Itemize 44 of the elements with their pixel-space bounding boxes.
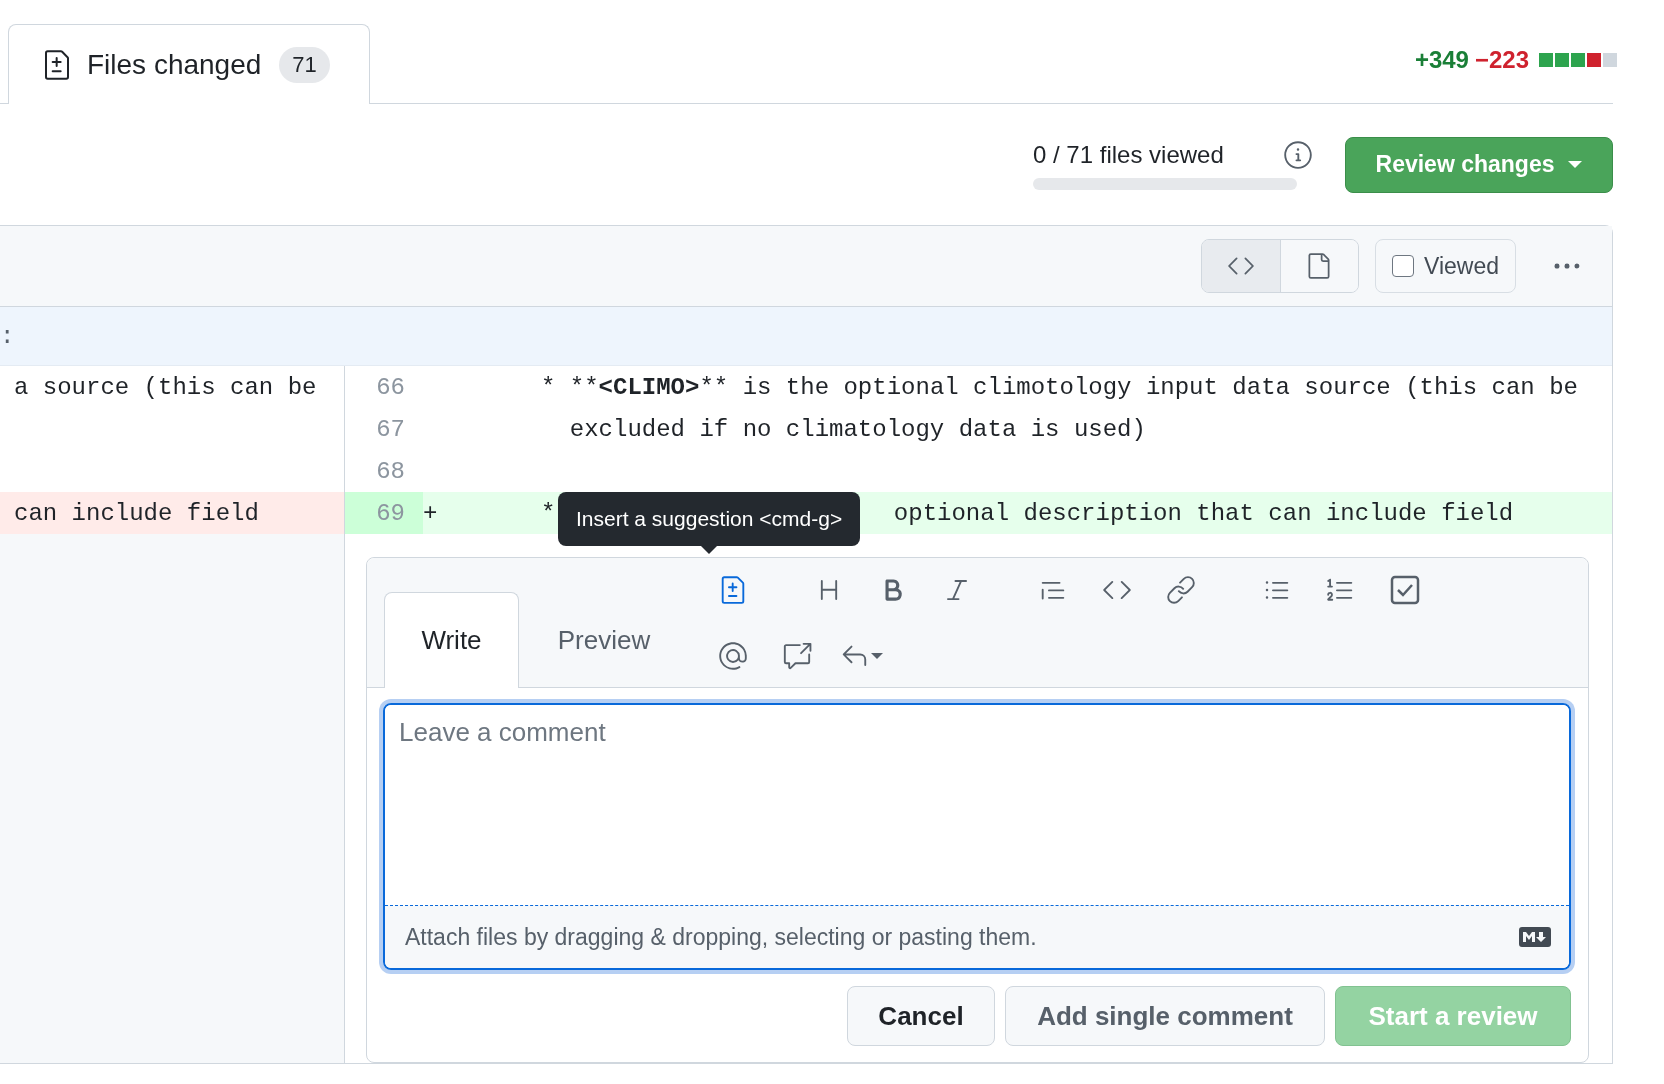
file-count: 71 [279, 46, 330, 83]
tab-label: Files changed [87, 48, 262, 81]
diff-sign: + [423, 499, 438, 527]
cancel-button[interactable]: Cancel [847, 986, 995, 1046]
code-line: a source (this can be [14, 373, 317, 401]
diffstat-block [1603, 53, 1617, 67]
code-text: * ** [541, 373, 599, 401]
info-icon[interactable] [1283, 139, 1313, 170]
add-single-comment-button[interactable]: Add single comment [1005, 986, 1325, 1046]
mention-icon [718, 641, 748, 671]
viewed-checkbox[interactable]: Viewed [1374, 239, 1516, 293]
checkbox[interactable] [1391, 255, 1414, 277]
code-line: can include field [14, 499, 259, 527]
source-view-button[interactable] [1201, 240, 1280, 292]
rich-view-button[interactable] [1279, 240, 1358, 292]
line-number: 67 [376, 415, 405, 443]
cross-reference-icon [782, 641, 812, 671]
diffstat-block [1571, 53, 1585, 67]
code-text: <CLIMO> [598, 373, 700, 401]
caret-icon [1568, 161, 1583, 168]
diffstat-block [1555, 53, 1569, 67]
editor-tab[interactable]: Preview [519, 592, 689, 688]
review-changes-button[interactable]: Review changes [1345, 136, 1613, 193]
hunk-header: : [0, 322, 15, 350]
diffstat-block [1539, 53, 1553, 67]
link-icon [1166, 575, 1196, 605]
diffstat-block [1587, 53, 1601, 67]
code-text: optional description that can include field [893, 499, 1514, 527]
task-list-icon [1390, 575, 1420, 605]
deletions-count: −223 [1474, 46, 1529, 74]
code-text: * [541, 499, 556, 527]
line-number: 66 [376, 373, 405, 401]
line-number: 69 [376, 499, 405, 527]
files-viewed-text: 0 / 71 files viewed [1033, 140, 1224, 169]
attach-hint: Attach files by dragging & dropping, selecting or pasting them. [405, 923, 1037, 951]
code-text: ** is the optional climotology input data source (this can be [699, 373, 1578, 401]
markdown-icon [1519, 927, 1551, 947]
tooltip: Insert a suggestion <cmd-g> [558, 492, 861, 554]
files-changed-tab[interactable]: Files changed 71 [8, 24, 370, 104]
line-number: 68 [376, 457, 405, 485]
caret-icon [871, 653, 883, 659]
code-text: excluded if no climatology data is used) [568, 415, 1146, 443]
editor-tab[interactable]: Write [384, 592, 519, 688]
additions-count: +349 [1414, 46, 1469, 74]
